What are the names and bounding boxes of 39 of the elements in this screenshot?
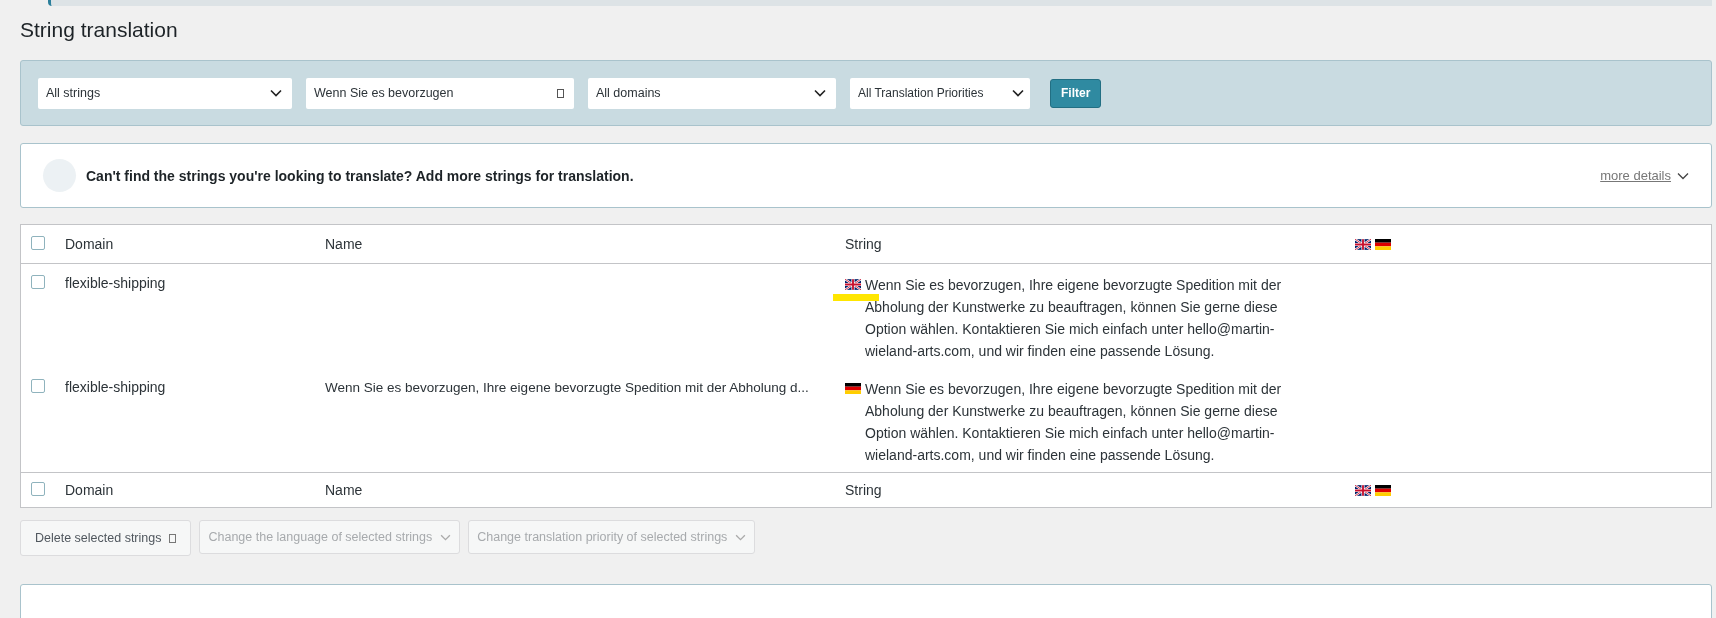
placeholder-glyph-icon: [557, 88, 564, 98]
highlight-mark: [833, 294, 879, 301]
placeholder-glyph-icon: [169, 533, 177, 543]
row-checkbox[interactable]: [31, 275, 45, 289]
chevron-icon: [440, 533, 452, 541]
filter-button[interactable]: Filter: [1050, 78, 1102, 108]
page-title: String translation: [20, 18, 179, 42]
notice-text: Can't find the strings you're looking to translate? Add more strings for translation.: [86, 167, 635, 184]
uk-flag-icon: [1355, 484, 1371, 496]
chevron-icon: [814, 89, 826, 97]
column-header: Name: [325, 482, 363, 498]
column-header: String: [845, 482, 882, 498]
row-checkbox[interactable]: [31, 379, 45, 393]
select-all-checkbox[interactable]: [31, 235, 45, 250]
filter-dropdown[interactable]: All strings: [38, 77, 292, 109]
uk-flag-icon: [845, 279, 861, 290]
column-header: String: [845, 236, 882, 252]
german-flag-icon: [845, 383, 861, 394]
domain-cell: flexible-shipping: [65, 379, 166, 395]
chevron-icon: [270, 89, 282, 97]
german-flag-icon: [1375, 484, 1391, 496]
string-text: Wenn Sie es bevorzugen, Ihre eigene bevorzugte Spedition mit der Abholung der Kunstwerke zu beauftragen, können Sie gerne diese Option wählen. Kontaktieren Sie mich einfach unter hello@martin-wieland-arts.com, und wir finden eine passende Lösung.: [865, 380, 1283, 465]
domain-cell: flexible-shipping: [65, 275, 166, 291]
filter-dropdown[interactable]: All Translation Priorities: [850, 77, 1030, 109]
chevron-icon: [1677, 171, 1689, 180]
more-details-link[interactable]: more details: [1600, 168, 1671, 183]
column-header: Name: [325, 236, 363, 252]
name-cell: Wenn Sie es bevorzugen, Ihre eigene bevorzugte Spedition mit der Abholung d...: [325, 380, 809, 395]
column-header: Domain: [65, 482, 114, 498]
column-header: Domain: [65, 236, 114, 252]
german-flag-icon: [1375, 238, 1391, 250]
uk-flag-icon: [1355, 238, 1371, 250]
chevron-icon: [735, 533, 747, 541]
filter-dropdown[interactable]: All domains: [588, 77, 836, 109]
search-field[interactable]: Wenn Sie es bevorzugen: [306, 77, 574, 109]
chevron-icon: [1012, 89, 1024, 97]
select-all-checkbox[interactable]: [31, 481, 45, 496]
delete-button[interactable]: Delete selected strings: [20, 520, 192, 556]
string-text: Wenn Sie es bevorzugen, Ihre eigene bevorzugte Spedition mit der Abholung der Kunstwerke zu beauftragen, können Sie gerne diese Option wählen. Kontaktieren Sie mich einfach unter hello@martin-wieland-arts.com, und wir finden eine passende Lösung.: [865, 276, 1283, 361]
